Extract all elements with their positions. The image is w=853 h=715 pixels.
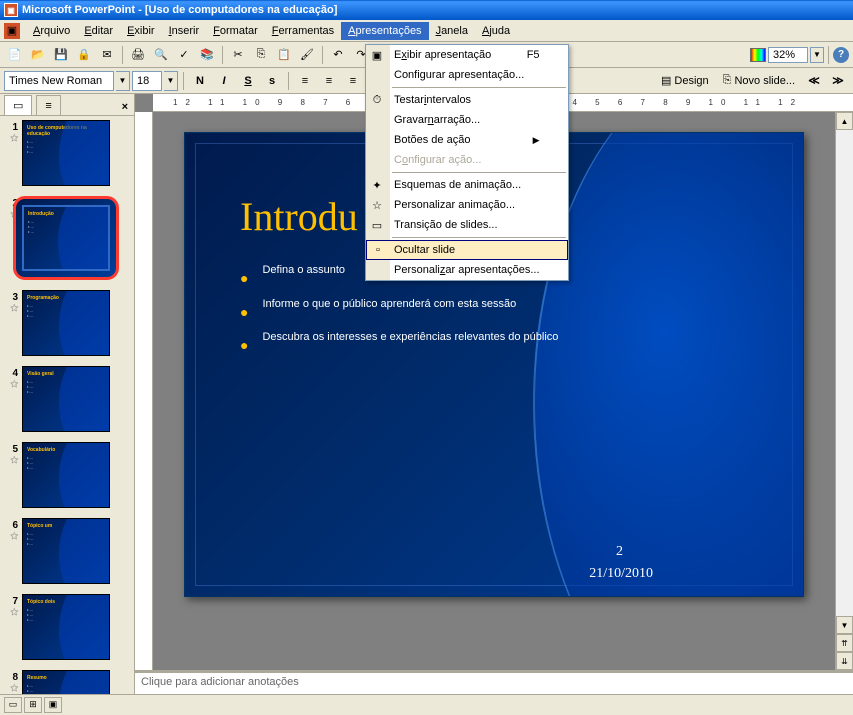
panel-tabs: ▭ ≡ × (0, 94, 134, 116)
menu-arquivo[interactable]: Arquivo (26, 22, 77, 40)
spellcheck-button[interactable]: ✓ (173, 44, 195, 66)
scroll-track[interactable] (836, 130, 853, 616)
slide-bullet[interactable]: Descubra os interesses e experiências re… (240, 330, 743, 356)
slide-title[interactable]: Introdu (240, 193, 358, 240)
prev-slide-button[interactable]: ⇈ (836, 634, 853, 652)
slide-page-num: 2 (616, 544, 623, 560)
menu-item-personalizar-anima-o-[interactable]: ☆Personalizar animação... (366, 195, 568, 215)
menu-item-bot-es-de-a-o[interactable]: Botões de ação▶ (366, 130, 568, 150)
color-icon (750, 48, 766, 62)
menu-janela[interactable]: Janela (429, 22, 475, 40)
menu-item-configurar-apresenta-o-[interactable]: Configurar apresentação... (366, 65, 568, 85)
menu-item-transi-o-de-slides-[interactable]: ▭Transição de slides... (366, 215, 568, 235)
statusbar: ▭ ⊞ ▣ (0, 694, 853, 714)
titlebar-app: Microsoft PowerPoint - [Uso de computado… (22, 4, 337, 16)
zoom-value[interactable]: 32% (768, 47, 808, 63)
italic-button[interactable]: I (213, 70, 235, 92)
permission-button[interactable]: 🔒 (73, 44, 95, 66)
thumbnail-6[interactable]: 6✩Tópico um• ...• ...• ... (4, 518, 130, 584)
menu-inserir[interactable]: Inserir (162, 22, 207, 40)
slide-bullet[interactable]: Informe o que o público aprenderá com es… (240, 297, 743, 323)
underline-button[interactable]: S (237, 70, 259, 92)
undo-button[interactable]: ↶ (327, 44, 349, 66)
research-button[interactable]: 📚 (196, 44, 218, 66)
apresentacoes-menu: ▣Exibir apresentaçãoF5Configurar apresen… (365, 44, 569, 281)
tab-close[interactable]: × (116, 99, 134, 115)
app-icon: ▣ (4, 3, 18, 17)
tab-outline[interactable]: ≡ (36, 95, 60, 115)
copy-button[interactable]: ⎘ (250, 44, 272, 66)
font-size-select[interactable]: 18 (132, 71, 162, 91)
menu-item-esquemas-de-anima-o-[interactable]: ✦Esquemas de animação... (366, 175, 568, 195)
increase-indent-button[interactable]: ≫ (827, 70, 849, 92)
menu-item-ocultar-slide[interactable]: ▫Ocultar slide (366, 240, 568, 260)
save-button[interactable]: 💾 (50, 44, 72, 66)
notes-area[interactable]: Clique para adicionar anotações (135, 670, 853, 694)
titlebar: ▣ Microsoft PowerPoint - [Uso de computa… (0, 0, 853, 20)
ruler-vertical (135, 112, 153, 670)
new-slide-button[interactable]: ⎘ Novo slide... (717, 70, 801, 92)
menu-exibir[interactable]: Exibir (120, 22, 162, 40)
menu-apresentações[interactable]: Apresentações (341, 22, 428, 40)
open-button[interactable]: 📂 (27, 44, 49, 66)
thumbnail-2[interactable]: 2✩Introdução• ...• ...• ... (4, 196, 130, 280)
zoom-control[interactable]: 32% ▼ (750, 47, 824, 63)
scroll-down-button[interactable]: ▼ (836, 616, 853, 634)
menu-editar[interactable]: Editar (77, 22, 120, 40)
menu-ferramentas[interactable]: Ferramentas (265, 22, 341, 40)
menu-ajuda[interactable]: Ajuda (475, 22, 517, 40)
print-button[interactable]: 🖨 (127, 44, 149, 66)
slide-date: 21/10/2010 (589, 566, 653, 582)
paste-button[interactable]: 📋 (273, 44, 295, 66)
normal-view-button[interactable]: ▭ (4, 697, 22, 713)
cut-button[interactable]: ✂ (227, 44, 249, 66)
menu-item-exibir-apresenta-o[interactable]: ▣Exibir apresentaçãoF5 (366, 45, 568, 65)
zoom-dropdown-arrow[interactable]: ▼ (810, 47, 824, 63)
menubar: ▣ ArquivoEditarExibirInserirFormatarFerr… (0, 20, 853, 42)
thumbnail-list: 1✩Uso de computadores na educação• ...• … (0, 116, 134, 694)
thumbnail-5[interactable]: 5✩Vocabulário• ...• ...• ... (4, 442, 130, 508)
sorter-view-button[interactable]: ⊞ (24, 697, 42, 713)
format-painter-button[interactable]: 🖌 (296, 44, 318, 66)
thumbnail-3[interactable]: 3✩Programação• ...• ...• ... (4, 290, 130, 356)
thumbnail-8[interactable]: 8✩Resumo• ...• ...• ... (4, 670, 130, 694)
font-size-arrow[interactable]: ▼ (164, 71, 178, 91)
shadow-button[interactable]: s (261, 70, 283, 92)
thumbnail-4[interactable]: 4✩Visão geral• ...• ...• ... (4, 366, 130, 432)
menu-formatar[interactable]: Formatar (206, 22, 265, 40)
menu-item-personalizar-apresenta-es-[interactable]: Personalizar apresentações... (366, 260, 568, 280)
menu-item-testar-intervalos[interactable]: ⏱Testar intervalos (366, 90, 568, 110)
tab-slides[interactable]: ▭ (4, 95, 32, 115)
next-slide-button[interactable]: ⇊ (836, 652, 853, 670)
decrease-indent-button[interactable]: ≪ (803, 70, 825, 92)
menu-item-gravar-narra-o-[interactable]: Gravar narração... (366, 110, 568, 130)
preview-button[interactable]: 🔍 (150, 44, 172, 66)
font-name-arrow[interactable]: ▼ (116, 71, 130, 91)
new-button[interactable]: 📄 (4, 44, 26, 66)
help-button[interactable]: ? (833, 47, 849, 63)
scroll-up-button[interactable]: ▲ (836, 112, 853, 130)
email-button[interactable]: ✉ (96, 44, 118, 66)
align-center-button[interactable]: ≡ (318, 70, 340, 92)
thumbnail-1[interactable]: 1✩Uso de computadores na educação• ...• … (4, 120, 130, 186)
design-button[interactable]: ▤ Design (655, 70, 715, 92)
slideshow-view-button[interactable]: ▣ (44, 697, 62, 713)
vertical-scrollbar[interactable]: ▲ ▼ ⇈ ⇊ (835, 112, 853, 670)
align-left-button[interactable]: ≡ (294, 70, 316, 92)
bold-button[interactable]: N (189, 70, 211, 92)
doc-icon: ▣ (4, 23, 20, 39)
font-name-select[interactable]: Times New Roman (4, 71, 114, 91)
slide-panel: ▭ ≡ × 1✩Uso de computadores na educação•… (0, 94, 135, 694)
align-right-button[interactable]: ≡ (342, 70, 364, 92)
thumbnail-7[interactable]: 7✩Tópico dois• ...• ...• ... (4, 594, 130, 660)
menu-item-configurar-a-o-: Configurar ação... (366, 150, 568, 170)
